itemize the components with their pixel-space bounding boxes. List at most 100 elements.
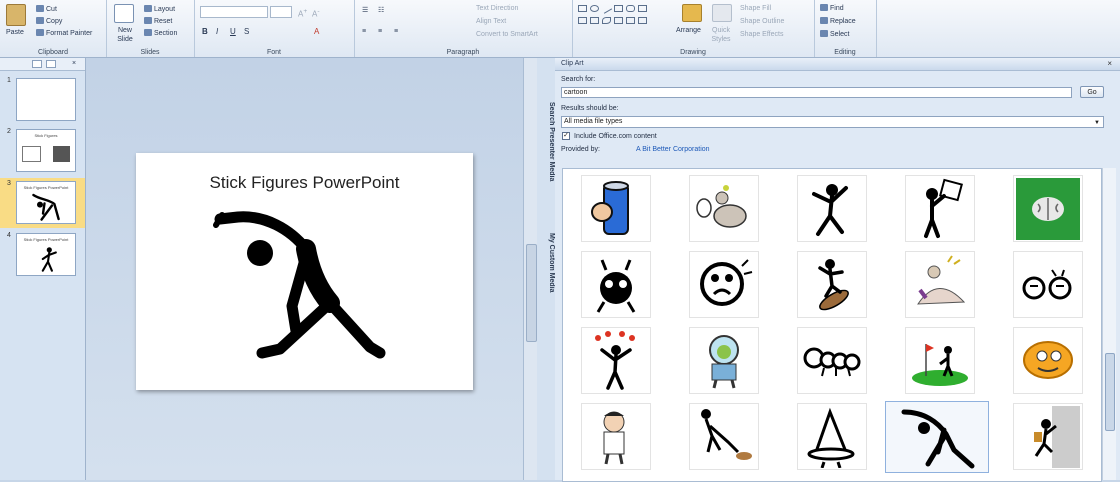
include-office-checkbox[interactable]: ✓ xyxy=(562,132,570,140)
shape-outline-button[interactable]: Shape Outline xyxy=(740,17,784,26)
font-size-combo[interactable] xyxy=(270,6,292,18)
clip-result[interactable] xyxy=(797,251,867,318)
clip-result[interactable] xyxy=(905,327,975,394)
slide-thumbnail[interactable]: Stick Figures PowerPoint xyxy=(16,181,76,224)
clip-result[interactable] xyxy=(689,175,759,242)
curve-shape[interactable] xyxy=(602,17,611,24)
new-slide-button[interactable]: New Slide xyxy=(110,26,140,44)
clip-result[interactable] xyxy=(581,327,651,394)
arrow-shape[interactable] xyxy=(614,5,623,12)
clip-result[interactable] xyxy=(905,251,975,318)
provider-link[interactable]: A Bit Better Corporation xyxy=(636,146,710,153)
quick-styles-icon[interactable] xyxy=(712,4,732,22)
stick-figure-image[interactable] xyxy=(210,211,400,371)
arrange-button[interactable]: Arrange xyxy=(676,26,701,35)
editor-scrollbar[interactable] xyxy=(523,58,538,480)
shrink-font-button[interactable]: A- xyxy=(312,7,320,19)
editor-scroll-thumb[interactable] xyxy=(526,244,537,342)
replace-button[interactable]: Replace xyxy=(820,17,856,26)
clip-result-selected[interactable] xyxy=(885,401,989,473)
ribbon: Paste Cut Copy Format Painter Clipboard … xyxy=(0,0,1120,58)
rounded-rect-shape[interactable] xyxy=(626,5,635,12)
go-button[interactable]: Go xyxy=(1080,86,1104,98)
slide-thumbnail[interactable]: Stick Figures PowerPoint xyxy=(16,233,76,276)
bullets-button[interactable]: ☰ xyxy=(362,6,368,15)
search-input[interactable]: cartoon xyxy=(561,87,1072,98)
slide-thumbnail[interactable] xyxy=(16,78,76,121)
close-icon[interactable]: × xyxy=(1107,59,1112,68)
align-right-button[interactable]: ≡ xyxy=(394,27,398,36)
font-name-combo[interactable] xyxy=(200,6,268,18)
find-button[interactable]: Find xyxy=(820,4,844,13)
results-scrollbar[interactable] xyxy=(1102,168,1116,480)
center-button[interactable]: ≡ xyxy=(378,27,382,36)
search-presenter-media-tab[interactable]: Search Presenter Media xyxy=(537,82,555,202)
align-left-button[interactable]: ≡ xyxy=(362,27,366,36)
clip-result[interactable] xyxy=(581,251,651,318)
shape-fill-button[interactable]: Shape Fill xyxy=(740,4,771,13)
results-dropdown[interactable]: All media file types ▼ xyxy=(561,116,1104,128)
shape-effects-button[interactable]: Shape Effects xyxy=(740,30,783,39)
panel-close-icon[interactable]: × xyxy=(72,59,76,68)
arrange-icon[interactable] xyxy=(682,4,702,22)
grow-font-button[interactable]: A+ xyxy=(298,7,307,19)
italic-button[interactable]: I xyxy=(216,27,218,36)
brace-shape[interactable] xyxy=(614,17,623,24)
font-color-button[interactable]: A xyxy=(314,27,319,36)
clip-result[interactable] xyxy=(797,175,867,242)
line-shape[interactable] xyxy=(600,3,613,14)
format-painter-button[interactable]: Format Painter xyxy=(36,29,92,38)
align-text-button[interactable]: Align Text xyxy=(476,17,506,26)
section-button[interactable]: Section xyxy=(144,29,177,38)
clip-result[interactable] xyxy=(1013,251,1083,318)
clip-result[interactable] xyxy=(905,175,975,242)
scissors-icon xyxy=(36,5,44,12)
convert-smartart-button[interactable]: Convert to SmartArt xyxy=(476,30,538,39)
clip-result[interactable] xyxy=(1013,175,1083,242)
clip-result[interactable] xyxy=(689,403,759,470)
outline-tab[interactable] xyxy=(46,60,56,68)
slides-tab[interactable] xyxy=(32,60,42,68)
clip-result[interactable] xyxy=(797,327,867,394)
slide-thumb-row[interactable]: 2 Stick Figures xyxy=(0,126,85,176)
results-scroll-thumb[interactable] xyxy=(1105,353,1115,431)
slide-thumb-row[interactable]: 4 Stick Figures PowerPoint xyxy=(0,230,85,280)
clip-result[interactable] xyxy=(581,175,651,242)
oval-shape[interactable] xyxy=(590,5,599,12)
underline-button[interactable]: U xyxy=(230,27,236,36)
clip-art-title: Clip Art xyxy=(561,60,584,67)
callout-shape[interactable] xyxy=(578,17,587,24)
strikethrough-button[interactable]: S xyxy=(244,27,249,36)
search-for-label: Search for: xyxy=(561,76,596,83)
numbering-button[interactable]: ☷ xyxy=(378,6,384,15)
rectangle-shape[interactable] xyxy=(578,5,587,12)
my-custom-media-tab[interactable]: My Custom Media xyxy=(537,208,555,318)
current-slide[interactable]: Stick Figures PowerPoint xyxy=(136,153,473,390)
clip-result[interactable] xyxy=(581,403,651,470)
select-button[interactable]: Select xyxy=(820,30,849,39)
new-slide-icon[interactable] xyxy=(114,4,134,23)
cut-button[interactable]: Cut xyxy=(36,5,57,14)
include-office-label[interactable]: Include Office.com content xyxy=(574,133,657,140)
slide-title[interactable]: Stick Figures PowerPoint xyxy=(136,173,473,193)
copy-button[interactable]: Copy xyxy=(36,17,62,26)
pentagon-shape[interactable] xyxy=(638,17,647,24)
clip-result[interactable] xyxy=(689,251,759,318)
clip-result[interactable] xyxy=(797,403,867,470)
text-direction-button[interactable]: Text Direction xyxy=(476,4,518,13)
paste-button[interactable]: Paste xyxy=(6,28,24,37)
clip-result[interactable] xyxy=(1013,403,1083,470)
star-shape[interactable] xyxy=(590,17,599,24)
slide-thumbnail[interactable]: Stick Figures xyxy=(16,129,76,172)
reset-button[interactable]: Reset xyxy=(144,17,172,26)
bold-button[interactable]: B xyxy=(202,27,208,36)
bracket-shape[interactable] xyxy=(626,17,635,24)
layout-button[interactable]: Layout xyxy=(144,5,175,14)
triangle-shape[interactable] xyxy=(638,5,647,12)
paste-icon[interactable] xyxy=(6,4,26,26)
clip-result[interactable] xyxy=(1013,327,1083,394)
slide-thumb-row[interactable]: 1 xyxy=(0,75,85,125)
clip-result[interactable] xyxy=(689,327,759,394)
slide-thumb-row-selected[interactable]: 3 Stick Figures PowerPoint xyxy=(0,178,85,228)
quick-styles-button[interactable]: Quick Styles xyxy=(706,26,736,44)
